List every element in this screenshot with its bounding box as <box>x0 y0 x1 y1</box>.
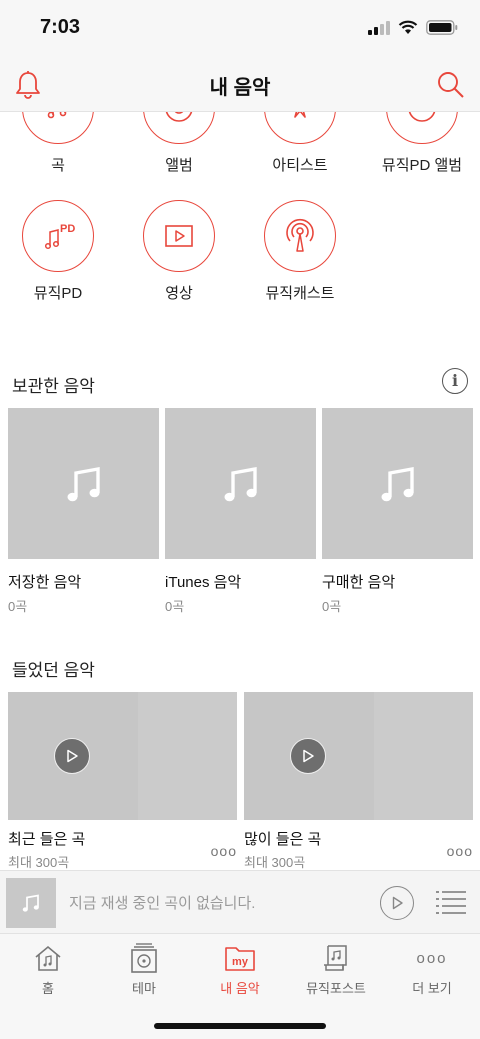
played-tile-recent[interactable]: 최근 들은 곡 최대 300곡 ooo <box>8 692 237 870</box>
category-label: 아티스트 <box>272 157 328 174</box>
theme-icon <box>96 942 192 974</box>
playlist-thumbnail <box>244 692 473 820</box>
song-icon <box>22 112 94 144</box>
tab-label: 더 보기 <box>412 981 452 996</box>
category-label: 영상 <box>165 285 193 302</box>
music-note-icon <box>322 408 473 559</box>
tile-name: iTunes 음악 <box>165 574 242 591</box>
tab-my-music[interactable]: my 내 음악 <box>192 942 288 997</box>
category-musicpd-album[interactable]: 뮤직PD 앨범 <box>372 112 472 175</box>
mini-player[interactable]: 지금 재생 중인 곡이 없습니다. <box>0 870 480 934</box>
played-tile-frequent[interactable]: 많이 들은 곡 최대 300곡 ooo <box>244 692 473 870</box>
musicpd-icon: PD <box>22 200 94 272</box>
top-header: 내 음악 <box>0 58 480 112</box>
play-icon[interactable] <box>290 738 326 774</box>
status-icons <box>368 20 458 35</box>
home-icon <box>0 942 96 974</box>
playlist-thumbnail <box>8 692 237 820</box>
category-row: 곡 앨범 아티스트 뮤직PD 앨범 <box>0 112 480 202</box>
category-musicpd[interactable]: PD 뮤직PD <box>8 200 108 303</box>
artist-icon <box>264 112 336 144</box>
category-song[interactable]: 곡 <box>8 112 108 175</box>
musiccast-icon <box>264 200 336 272</box>
svg-text:PD: PD <box>60 223 75 235</box>
tile-count: 0곡 <box>165 599 185 614</box>
main-content[interactable]: 곡 앨범 아티스트 뮤직PD 앨범 PD 뮤직PD 영상 뮤직캐스트 보관한 음… <box>0 112 480 870</box>
album-icon <box>143 112 215 144</box>
tab-home[interactable]: 홈 <box>0 942 96 997</box>
music-note-icon <box>8 408 159 559</box>
category-album[interactable]: 앨범 <box>129 112 229 175</box>
saved-tile-purchased[interactable]: 구매한 음악 0곡 <box>322 408 473 615</box>
tile-count: 0곡 <box>8 599 28 614</box>
stack-layer <box>371 692 473 820</box>
saved-tile-downloaded[interactable]: 저장한 음악 0곡 <box>8 408 159 615</box>
more-options-icon[interactable]: ooo <box>211 843 237 859</box>
saved-section-title: 보관한 음악 <box>12 377 95 396</box>
music-post-icon <box>288 942 384 974</box>
info-icon[interactable]: i <box>442 368 468 394</box>
my-badge: my <box>232 956 249 968</box>
tile-name: 저장한 음악 <box>8 574 82 591</box>
play-icon[interactable] <box>54 738 90 774</box>
musicpd-album-icon <box>386 112 458 144</box>
status-time: 7:03 <box>40 16 81 38</box>
tab-music-post[interactable]: 뮤직포스트 <box>288 942 384 997</box>
tile-subtitle: 최대 300곡 <box>244 855 306 870</box>
more-icon: ooo <box>416 949 448 967</box>
tab-more[interactable]: ooo 더 보기 <box>384 942 480 997</box>
category-label: 뮤직캐스트 <box>265 285 335 302</box>
home-indicator <box>154 1023 326 1029</box>
now-playing-text: 지금 재생 중인 곡이 없습니다. <box>69 895 256 912</box>
tab-label: 테마 <box>132 981 156 996</box>
tab-theme[interactable]: 테마 <box>96 942 192 997</box>
bottom-tab-bar: 홈 테마 my 내 음악 뮤직포스트 ooo 더 보기 <box>0 934 480 1039</box>
music-note-icon <box>165 408 316 559</box>
saved-tile-itunes[interactable]: iTunes 음악 0곡 <box>165 408 316 615</box>
status-bar: 7:03 <box>0 0 480 58</box>
tile-count: 0곡 <box>322 599 342 614</box>
category-label: 뮤직PD 앨범 <box>381 157 463 174</box>
signal-icon <box>368 20 390 35</box>
category-video[interactable]: 영상 <box>129 200 229 303</box>
category-label: 곡 <box>51 157 65 174</box>
playlist-icon[interactable] <box>436 889 466 917</box>
category-row: PD 뮤직PD 영상 뮤직캐스트 <box>0 200 480 330</box>
tile-name: 최근 들은 곡 <box>8 831 86 848</box>
category-label: 뮤직PD <box>33 285 83 302</box>
tile-subtitle: 최대 300곡 <box>8 855 70 870</box>
category-musiccast[interactable]: 뮤직캐스트 <box>250 200 350 303</box>
my-music-icon: my <box>192 942 288 974</box>
category-artist[interactable]: 아티스트 <box>250 112 350 175</box>
search-icon[interactable] <box>436 70 466 100</box>
tab-label: 내 음악 <box>220 981 260 996</box>
wifi-icon <box>398 20 418 34</box>
play-button[interactable] <box>380 886 414 920</box>
tab-label: 홈 <box>42 981 54 996</box>
stack-layer <box>135 692 237 820</box>
tab-label: 뮤직포스트 <box>306 981 366 996</box>
page-title: 내 음악 <box>209 77 271 99</box>
tile-name: 많이 들은 곡 <box>244 831 322 848</box>
tile-name: 구매한 음악 <box>322 574 396 591</box>
video-icon <box>143 200 215 272</box>
more-options-icon[interactable]: ooo <box>447 843 473 859</box>
played-section-title: 들었던 음악 <box>12 661 95 680</box>
battery-icon <box>426 20 458 35</box>
category-label: 앨범 <box>165 157 193 174</box>
album-art-placeholder <box>6 878 56 928</box>
